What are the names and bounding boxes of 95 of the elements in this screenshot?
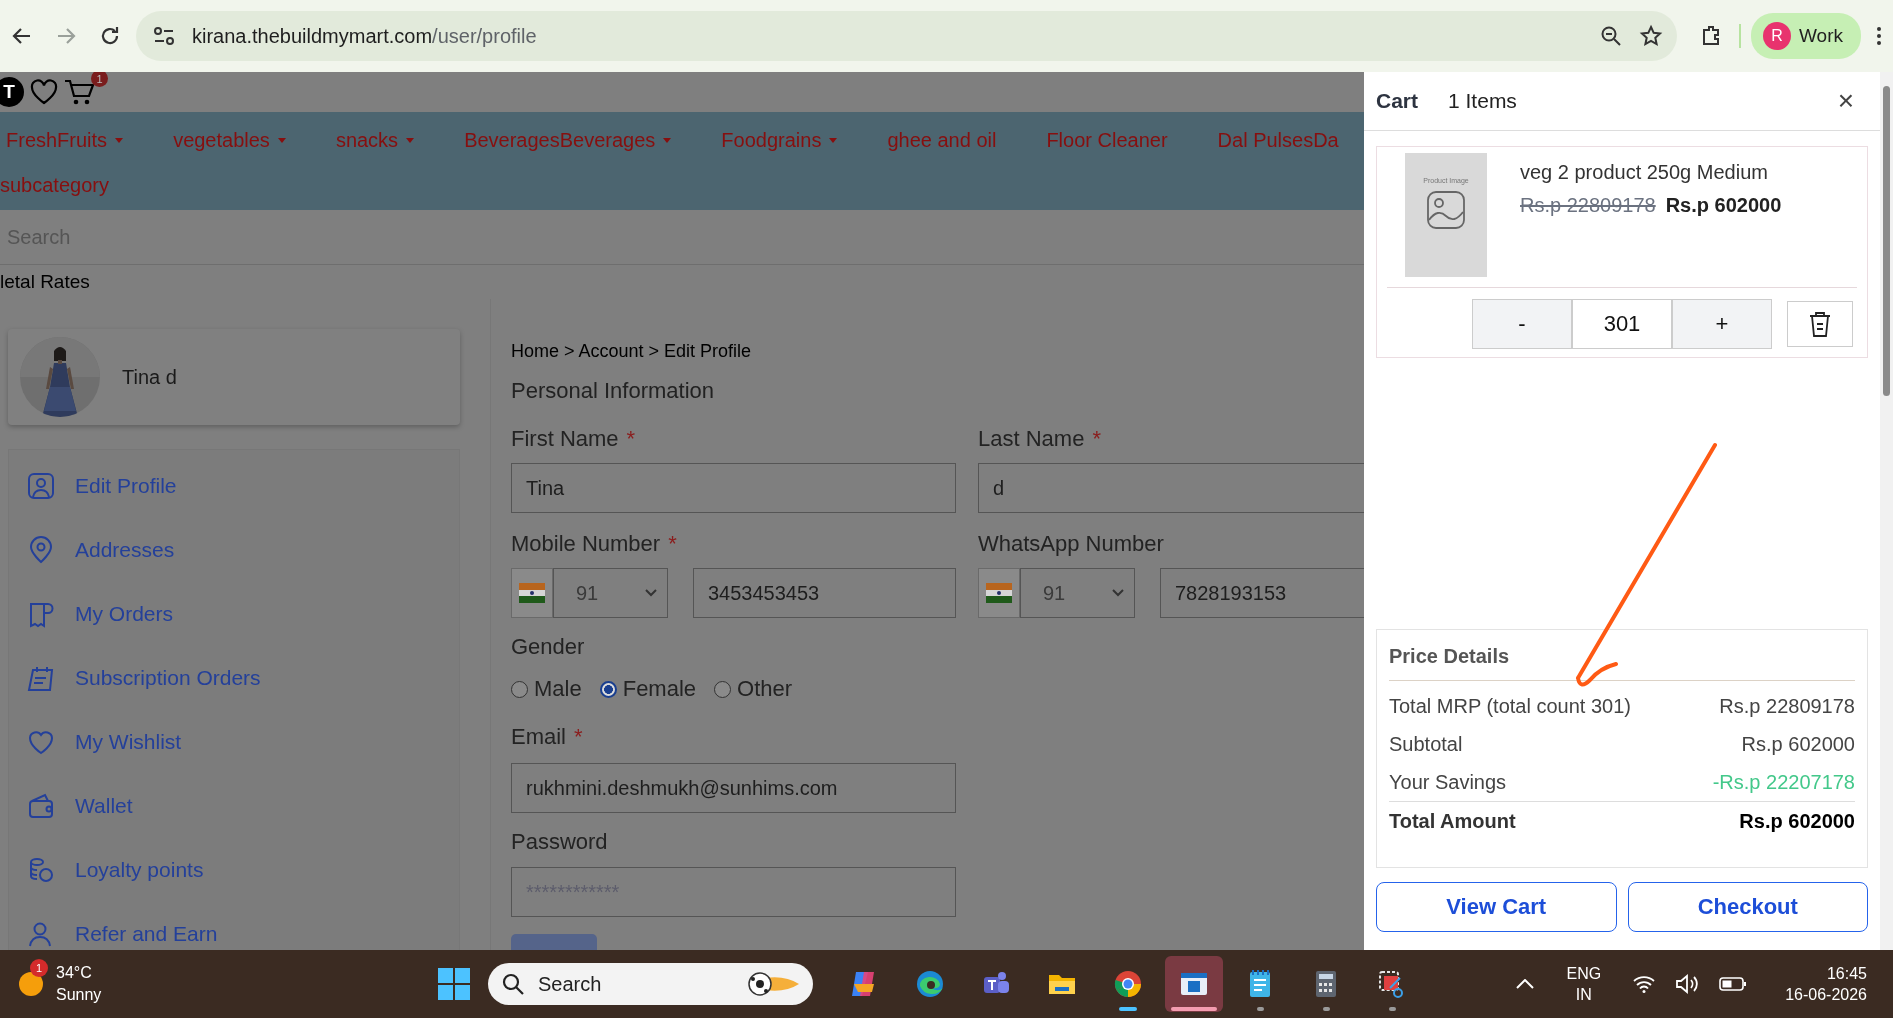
- sidebar-item[interactable]: Loyalty points: [9, 838, 459, 902]
- product-name[interactable]: veg 2 product 250g Medium: [1520, 161, 1782, 184]
- taskbar-app[interactable]: [1165, 956, 1223, 1012]
- breadcrumb: Home > Account > Edit Profile: [511, 340, 753, 363]
- sidebar-item[interactable]: My Wishlist: [9, 710, 459, 774]
- flag-icon: [986, 583, 1012, 603]
- price-details-title: Price Details: [1389, 642, 1855, 681]
- cart-title: Cart: [1376, 89, 1418, 113]
- ball-icon: [745, 969, 799, 999]
- radio-label[interactable]: Other: [737, 675, 793, 703]
- chevron-up-icon[interactable]: [1516, 979, 1535, 989]
- star-icon[interactable]: [1639, 24, 1663, 48]
- required-mark: *: [668, 531, 677, 556]
- field-label: Mobile Number: [511, 531, 661, 556]
- delete-button[interactable]: [1787, 301, 1853, 347]
- first-name-field[interactable]: Tina: [511, 463, 956, 513]
- item-count: 1 Items: [1448, 89, 1517, 113]
- heart-icon: [27, 728, 55, 756]
- mobile-number-field[interactable]: 3453453453: [693, 568, 956, 618]
- sidebar-item[interactable]: Wallet: [9, 774, 459, 838]
- sidebar-item[interactable]: Addresses: [9, 518, 459, 582]
- edge-icon: [914, 968, 946, 1000]
- field-label: Last Name: [978, 426, 1085, 451]
- field-label: First Name: [511, 426, 619, 451]
- sidebar-item[interactable]: Edit Profile: [9, 454, 459, 518]
- image-icon: [1426, 190, 1466, 230]
- country-code-select[interactable]: 91: [553, 568, 668, 618]
- clock[interactable]: 16:45 16-06-2026: [1785, 963, 1867, 1005]
- user-name: Tina d: [122, 365, 177, 389]
- chevron-down-icon: [1112, 589, 1124, 597]
- increase-button[interactable]: +: [1672, 299, 1772, 349]
- scrollbar[interactable]: [1880, 72, 1893, 950]
- price-label: Total Amount: [1389, 809, 1516, 834]
- cart-badge: 1: [91, 72, 108, 87]
- quantity-field[interactable]: 301: [1572, 299, 1672, 349]
- whatsapp-number-field[interactable]: 7828193153: [1160, 568, 1364, 618]
- view-cart-button[interactable]: View Cart: [1376, 882, 1617, 932]
- profile-icon: [27, 472, 55, 500]
- required-mark: *: [626, 426, 636, 451]
- checkout-button[interactable]: Checkout: [1627, 882, 1868, 932]
- price-value: -Rs.p 22207178: [1712, 770, 1855, 795]
- price-label: Total MRP (total count 301): [1389, 694, 1631, 719]
- notification-badge: 1: [30, 959, 48, 977]
- sale-price: Rs.p 602000: [1665, 194, 1782, 217]
- search-icon: [502, 973, 524, 995]
- section-title: Personal Information: [511, 377, 715, 405]
- country-code-select[interactable]: 91: [1020, 568, 1135, 618]
- wallet-icon: [27, 792, 55, 820]
- sidebar-item[interactable]: Refer and Earn: [9, 902, 459, 950]
- chrome-icon: [1112, 968, 1144, 1000]
- cart-icon[interactable]: [64, 78, 96, 106]
- start-icon[interactable]: [436, 966, 472, 1002]
- last-name-field[interactable]: d: [978, 463, 1364, 513]
- required-mark: *: [1092, 426, 1101, 451]
- location-icon: [27, 536, 55, 564]
- sidebar-item[interactable]: Subscription Orders: [9, 646, 459, 710]
- profile-button[interactable]: R Work: [1751, 13, 1861, 59]
- flag-icon: [519, 583, 545, 603]
- weather-widget[interactable]: 34°C Sunny: [56, 962, 102, 1006]
- email-field[interactable]: rukhmini.deshmukh@sunhims.com: [511, 763, 956, 813]
- decrease-button[interactable]: -: [1472, 299, 1572, 349]
- radio-button[interactable]: [714, 680, 732, 698]
- coins-icon: [27, 856, 55, 884]
- sidebar-item[interactable]: My Orders: [9, 582, 459, 646]
- volume-icon[interactable]: [1675, 974, 1700, 994]
- battery-icon[interactable]: [1719, 976, 1748, 992]
- receipt-icon: [27, 600, 55, 628]
- radio-label[interactable]: Male: [534, 675, 582, 703]
- field-label: Password: [511, 829, 608, 854]
- field-label: Email: [511, 724, 566, 749]
- original-price: Rs.p 22809178: [1520, 194, 1656, 217]
- close-button[interactable]: ×: [1837, 87, 1854, 115]
- taskbar-search[interactable]: Search: [488, 963, 813, 1005]
- field-label: Gender: [511, 634, 585, 659]
- language-indicator[interactable]: ENG IN: [1566, 963, 1602, 1005]
- price-value: Rs.p 602000: [1741, 732, 1855, 757]
- radio-label[interactable]: Female: [622, 675, 697, 703]
- chevron-down-icon: [645, 589, 657, 597]
- menu-icon[interactable]: [1875, 24, 1883, 48]
- site-settings-icon[interactable]: [152, 24, 176, 48]
- price-label: Subtotal: [1389, 732, 1463, 757]
- price-value: Rs.p 22809178: [1719, 694, 1855, 719]
- nav-link[interactable]: letal Rates: [0, 265, 1364, 299]
- user-avatar[interactable]: T: [0, 77, 24, 107]
- trash-icon: [1808, 310, 1832, 338]
- field-label: WhatsApp Number: [978, 531, 1164, 556]
- radio-button[interactable]: [599, 680, 617, 698]
- required-mark: *: [574, 724, 583, 749]
- wifi-icon[interactable]: [1633, 975, 1656, 993]
- heart-icon[interactable]: [30, 79, 58, 105]
- calendar-icon: [27, 664, 55, 692]
- price-label: Your Savings: [1389, 770, 1507, 795]
- radio-button[interactable]: [511, 680, 528, 698]
- zoom-icon[interactable]: [1599, 24, 1623, 48]
- price-value: Rs.p 602000: [1739, 809, 1855, 834]
